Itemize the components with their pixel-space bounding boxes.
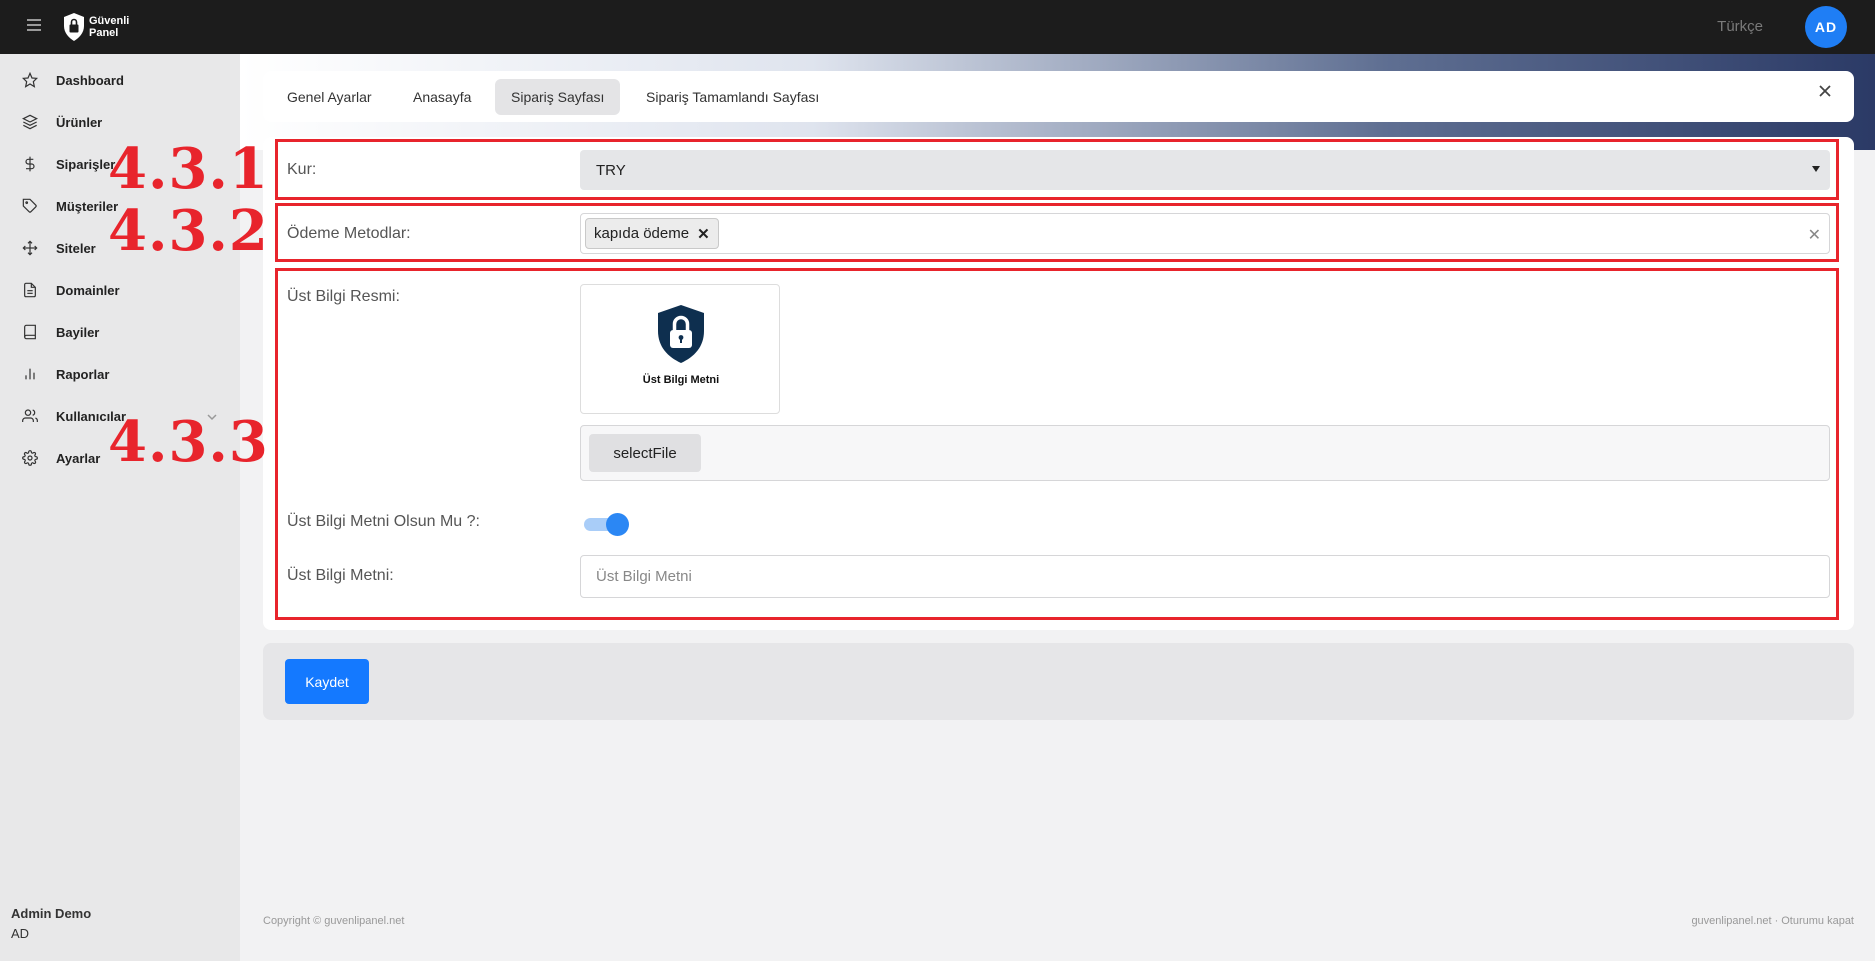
currency-select-value: TRY <box>596 162 626 179</box>
user-avatar[interactable]: AD <box>1805 6 1847 48</box>
shield-lock-icon <box>658 305 704 363</box>
sidebar-item-label: Raporlar <box>56 366 110 382</box>
copyright-text: Copyright © guvenlipanel.net <box>263 915 405 927</box>
sidebar-item-domainler[interactable]: Domainler <box>22 280 218 300</box>
book-icon <box>22 324 38 340</box>
payment-methods-multiselect[interactable]: kapıda ödeme ✕ ✕ <box>580 213 1830 254</box>
annotation-label-4-3-2: 4.3.2 <box>108 198 269 264</box>
top-bar: Güvenli Panel Türkçe AD <box>0 0 1875 54</box>
logout-link[interactable]: Oturumu kapat <box>1781 915 1854 927</box>
header-image-caption: Üst Bilgi Metni <box>642 374 720 386</box>
select-file-button[interactable]: selectFile <box>589 434 701 472</box>
shield-lock-icon <box>64 13 84 41</box>
currency-label: Kur: <box>287 161 317 178</box>
sidebar-item-bayiler[interactable]: Bayiler <box>22 322 218 342</box>
sidebar-item-label: Domainler <box>56 282 120 298</box>
tab-genel-ayarlar[interactable]: Genel Ayarlar <box>271 79 388 115</box>
sidebar-item-label: Ayarlar <box>56 450 101 466</box>
currency-select[interactable]: TRY <box>580 150 1830 190</box>
remove-tag-icon[interactable]: ✕ <box>697 225 710 243</box>
header-image-preview: Üst Bilgi Metni <box>580 284 780 414</box>
gear-icon <box>22 450 38 466</box>
language-selector[interactable]: Türkçe <box>1717 18 1763 35</box>
header-text-toggle-label: Üst Bilgi Metni Olsun Mu ?: <box>287 513 480 530</box>
sidebar-item-label: Bayiler <box>56 324 100 340</box>
payment-methods-label: Ödeme Metodlar: <box>287 225 411 242</box>
move-icon <box>22 240 38 256</box>
layers-icon <box>22 114 38 130</box>
sidebar-user-name: Admin Demo <box>11 906 92 921</box>
header-text-label: Üst Bilgi Metni: <box>287 567 394 584</box>
sidebar-item-label: Siteler <box>56 240 96 256</box>
header-text-toggle[interactable] <box>584 513 629 536</box>
sidebar-item-raporlar[interactable]: Raporlar <box>22 364 218 384</box>
sidebar-item-label: Siparişler <box>56 156 116 172</box>
sidebar-item-label: Ürünler <box>56 114 103 130</box>
toggle-knob <box>606 513 629 536</box>
hamburger-menu-icon[interactable] <box>27 19 41 33</box>
dollar-icon <box>22 156 38 172</box>
sidebar-item-label: Dashboard <box>56 72 124 88</box>
sidebar-item-urunler[interactable]: Ürünler <box>22 112 218 132</box>
payment-method-tag: kapıda ödeme ✕ <box>585 218 719 249</box>
star-icon <box>22 72 38 88</box>
tab-anasayfa[interactable]: Anasayfa <box>397 79 487 115</box>
sidebar-user-initials: AD <box>11 926 30 941</box>
caret-down-icon <box>1812 166 1820 172</box>
save-bar: Kaydet <box>263 643 1854 720</box>
annotation-label-4-3-1: 4.3.1 <box>108 136 269 202</box>
file-icon <box>22 282 38 298</box>
footer-separator: · <box>1774 915 1779 927</box>
file-upload-field[interactable]: selectFile <box>580 425 1830 481</box>
footer-links: guvenlipanel.net · Oturumu kapat <box>1691 915 1854 927</box>
header-text-input[interactable] <box>580 555 1830 598</box>
clear-selection-icon[interactable]: ✕ <box>1808 225 1821 245</box>
bar-chart-icon <box>22 366 38 382</box>
logo[interactable]: Güvenli Panel <box>62 12 129 42</box>
payment-method-tag-label: kapıda ödeme <box>594 225 690 242</box>
sidebar-item-dashboard[interactable]: Dashboard <box>22 70 218 90</box>
logo-text: Güvenli Panel <box>89 15 130 39</box>
save-button[interactable]: Kaydet <box>285 659 369 704</box>
close-icon[interactable] <box>1818 84 1832 98</box>
tab-siparis-sayfasi[interactable]: Sipariş Sayfası <box>495 79 621 115</box>
users-icon <box>22 408 38 424</box>
annotation-label-4-3-3: 4.3.3 <box>108 409 269 475</box>
footer-site-link[interactable]: guvenlipanel.net <box>1691 915 1771 927</box>
tab-siparis-tamamlandi-sayfasi[interactable]: Sipariş Tamamlandı Sayfası <box>630 79 835 115</box>
header-image-label: Üst Bilgi Resmi: <box>287 288 400 305</box>
settings-tabs: Genel Ayarlar Anasayfa Sipariş Sayfası S… <box>263 71 1854 122</box>
tag-icon <box>22 198 38 214</box>
